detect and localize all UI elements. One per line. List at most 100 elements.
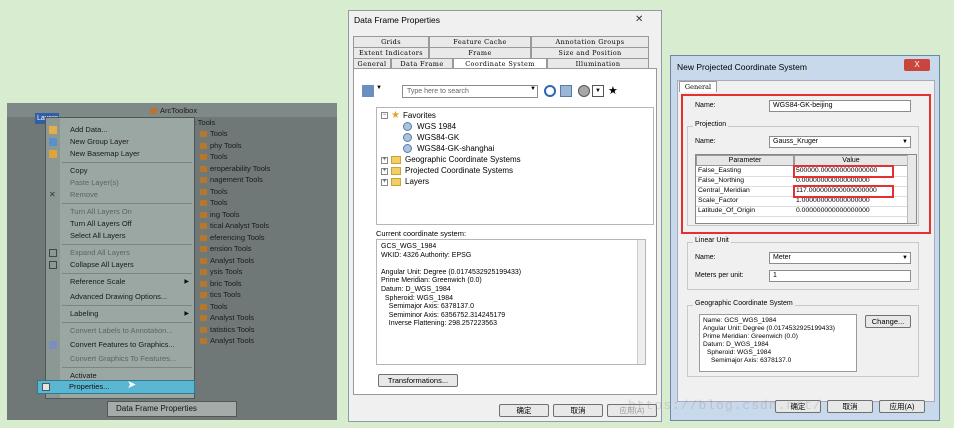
expand-icon[interactable]: + — [381, 157, 388, 164]
menu-labeling[interactable]: Labeling — [70, 309, 98, 319]
expand-icon[interactable]: + — [381, 168, 388, 175]
toolbox-item-label: tatistics Tools — [210, 324, 255, 334]
search-input[interactable]: Type here to search — [402, 85, 538, 98]
toolbox-icon — [200, 338, 207, 345]
menu-collapse-all[interactable]: Collapse All Layers — [70, 260, 134, 270]
menu-properties-highlighted[interactable]: Properties... — [37, 380, 195, 394]
tree-projected-cs[interactable]: Projected Coordinate Systems — [405, 166, 513, 175]
group-layer-icon — [49, 138, 57, 146]
menu-new-group-layer[interactable]: New Group Layer — [70, 137, 129, 147]
name-label: Name: — [695, 102, 716, 109]
menu-convert-labels[interactable]: Convert Labels to Annotation... — [70, 326, 173, 336]
menu-convert-features[interactable]: Convert Features to Graphics... — [70, 340, 175, 350]
menu-add-data[interactable]: Add Data... — [70, 125, 108, 135]
tab-size-position[interactable]: Size and Position — [531, 47, 649, 58]
tab-general[interactable]: General — [679, 81, 717, 92]
menu-paste-layers[interactable]: Paste Layer(s) — [70, 178, 119, 188]
folder-icon — [391, 167, 401, 175]
menu-select-all[interactable]: Select All Layers — [70, 231, 125, 241]
unit-select[interactable]: Meter ▼ — [769, 252, 911, 264]
tab-feature-cache[interactable]: Feature Cache — [429, 36, 531, 47]
name-field[interactable]: WGS84-GK-beijing — [769, 100, 911, 112]
toolbox-item-label: Tools — [210, 129, 228, 138]
mouse-cursor-icon: ➤ — [127, 379, 137, 391]
tree-item-wgs84-gk[interactable]: WGS84-GK — [417, 133, 459, 142]
watermark: https://blog.csdn.net/ — [628, 398, 822, 413]
convert-features-icon — [49, 341, 57, 349]
menu-turn-all-on[interactable]: Turn All Layers On — [70, 207, 132, 217]
toolbox-item-label: tical Analyst Tools — [210, 221, 270, 230]
basemap-icon — [49, 150, 57, 158]
menu-gutter — [46, 118, 60, 398]
menu-reference-scale[interactable]: Reference Scale — [70, 277, 125, 287]
toolbox-item-label: ension Tools — [210, 244, 252, 253]
param-value[interactable]: 0.000000000000000000 — [796, 207, 906, 214]
toolbox-item-label: Tools — [210, 152, 228, 161]
globe-dropdown-icon[interactable]: ▼ — [592, 85, 604, 97]
tab-grids[interactable]: Grids — [353, 36, 429, 47]
menu-convert-graphics[interactable]: Convert Graphics To Features... — [70, 354, 176, 364]
toolbox-icon — [200, 131, 207, 138]
menu-properties[interactable]: Properties... — [69, 382, 109, 392]
add-data-icon — [49, 126, 57, 134]
menu-copy[interactable]: Copy — [70, 166, 88, 176]
gcs-line: Spheroid: WGS_1984 — [707, 349, 772, 356]
tab-annotation-groups[interactable]: Annotation Groups — [531, 36, 649, 47]
toolbox-icon — [200, 280, 207, 287]
add-favorite-icon[interactable]: ★ — [608, 84, 620, 97]
scrollbar[interactable] — [637, 240, 645, 364]
dropdown-arrow-icon[interactable]: ▼ — [530, 86, 542, 98]
tree-favorites[interactable]: Favorites — [403, 111, 436, 120]
change-button[interactable]: Change... — [865, 315, 911, 328]
meters-per-unit-field[interactable]: 1 — [769, 270, 911, 282]
menu-advanced-drawing[interactable]: Advanced Drawing Options... — [70, 292, 167, 302]
search-icon[interactable] — [544, 85, 556, 97]
menu-turn-all-off[interactable]: Turn All Layers Off — [70, 219, 132, 229]
expand-icon[interactable]: + — [381, 179, 388, 186]
coordinate-system-tree: − ★ Favorites WGS 1984 WGS84-GK WGS84-GK… — [376, 107, 654, 225]
transformations-button[interactable]: Transformations... — [378, 374, 458, 387]
param-value[interactable]: 1.000000000000000000 — [796, 197, 906, 204]
tab-frame[interactable]: Frame — [429, 47, 531, 58]
param-value[interactable]: 0.000000000000000000 — [796, 177, 906, 184]
detail-line: Spheroid: WGS_1984 — [381, 294, 453, 302]
tree-item-wgs1984[interactable]: WGS 1984 — [417, 122, 456, 131]
projection-select[interactable]: Gauss_Kruger ▼ — [769, 136, 911, 148]
close-icon[interactable]: ✕ — [635, 14, 643, 25]
properties-icon — [42, 383, 50, 391]
apply-button[interactable]: 应用(A) — [879, 400, 925, 413]
table-row[interactable]: Latitude_Of_Origin 0.000000000000000000 — [696, 207, 908, 217]
table-row[interactable]: Scale_Factor 1.000000000000000000 — [696, 197, 908, 207]
current-cs-details: GCS_WGS_1984 WKID: 4326 Authority: EPSG … — [376, 239, 646, 365]
cancel-button[interactable]: 取消 — [827, 400, 873, 413]
chevron-down-icon: ▼ — [902, 139, 908, 145]
cancel-button[interactable]: 取消 — [553, 404, 603, 417]
filter-icon[interactable] — [362, 85, 374, 97]
chevron-down-icon[interactable]: ▼ — [376, 85, 388, 97]
tree-geographic-cs[interactable]: Geographic Coordinate Systems — [405, 155, 521, 164]
coordinate-system-panel: ▼ Type here to search ▼ ▼ ★ − ★ Favorite… — [353, 68, 657, 395]
globe-icon[interactable] — [578, 85, 590, 97]
ok-button[interactable]: 确定 — [499, 404, 549, 417]
toolbox-item-label: nagement Tools — [210, 175, 263, 184]
toolbox-item-label: ing Tools — [210, 209, 240, 219]
toolbox-icon — [200, 177, 207, 184]
collapse-icon — [49, 261, 57, 269]
tree-item-wgs84-gk-shanghai[interactable]: WGS84-GK-shanghai — [417, 144, 494, 153]
toolbox-item-label: Analyst Tools — [210, 336, 255, 345]
toolbox-item-label: Tools — [210, 186, 228, 196]
context-menu-photo: Layers ArcToolbox3D Analyst ToolsToolsph… — [7, 103, 337, 420]
menu-remove[interactable]: Remove — [70, 190, 98, 200]
toolbox-item-label: bric Tools — [210, 278, 242, 288]
close-button[interactable]: X — [904, 59, 930, 71]
tree-layers[interactable]: Layers — [405, 177, 429, 186]
tab-extent-indicators[interactable]: Extent Indicators — [353, 47, 429, 58]
menu-new-basemap-layer[interactable]: New Basemap Layer — [70, 149, 140, 159]
menu-separator — [62, 244, 192, 245]
menu-expand-all[interactable]: Expand All Layers — [70, 248, 130, 258]
web-icon[interactable] — [560, 85, 572, 97]
globe-icon — [403, 133, 412, 142]
scrollbar[interactable] — [907, 155, 916, 223]
collapse-icon[interactable]: − — [381, 112, 388, 119]
tab-row-2: Extent Indicators Frame Size and Positio… — [353, 47, 649, 58]
